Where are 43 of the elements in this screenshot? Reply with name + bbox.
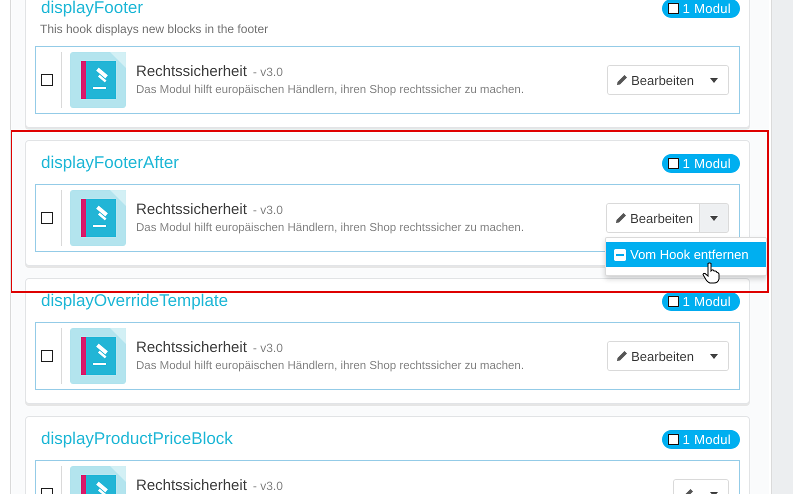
module-count-badge[interactable]: 1 Modul xyxy=(662,0,740,18)
checkbox[interactable] xyxy=(41,74,53,86)
module-version: - v3.0 xyxy=(252,480,283,492)
hook-title: displayFooter xyxy=(41,0,144,18)
module-count-badge[interactable]: 1 Modul xyxy=(662,154,740,172)
edit-button[interactable]: Bearbeiten xyxy=(607,341,700,371)
module-version: - v3.0 xyxy=(252,66,283,78)
hook-title: displayOverrideTemplate xyxy=(41,291,228,311)
hook-title: displayProductPriceBlock xyxy=(41,429,233,449)
dropdown-toggle[interactable] xyxy=(700,341,729,371)
minus-icon xyxy=(614,248,626,260)
checkbox[interactable] xyxy=(668,434,679,444)
checkbox[interactable] xyxy=(668,158,679,168)
gavel-book-icon xyxy=(70,190,126,246)
hook-description: This hook displays new blocks in the footer xyxy=(39,21,270,37)
checkbox[interactable] xyxy=(41,212,53,224)
module-description: Das Modul hilft europäischen Händlern, ihren Shop rechtssicher zu machen. xyxy=(136,222,526,234)
module-name: Rechtssicherheit xyxy=(136,202,247,217)
checkbox[interactable] xyxy=(668,2,679,14)
pencil-icon xyxy=(616,74,628,86)
gavel-book-icon xyxy=(70,328,126,384)
pencil-icon xyxy=(615,212,628,224)
module-name: Rechtssicherheit xyxy=(136,340,247,355)
caret-icon xyxy=(710,78,718,82)
dropdown-toggle[interactable] xyxy=(700,65,729,95)
checkbox[interactable] xyxy=(668,296,679,306)
module-name: Rechtssicherheit xyxy=(136,478,247,493)
hook-title: displayFooterAfter xyxy=(41,153,179,173)
dropdown-toggle[interactable] xyxy=(699,203,729,233)
pencil-icon xyxy=(616,350,628,362)
module-description: Das Modul hilft europäischen Händlern, ihren Shop rechtssicher zu machen. xyxy=(136,360,526,372)
module-count-badge[interactable]: 1 Modul xyxy=(662,430,740,448)
caret-icon xyxy=(710,216,718,220)
menu-item[interactable]: Vom Hook entfernen xyxy=(606,242,766,267)
module-name: Rechtssicherheit xyxy=(136,64,247,79)
module-version: - v3.0 xyxy=(252,342,283,354)
edit-button[interactable]: Bearbeiten xyxy=(606,203,699,233)
caret-icon xyxy=(710,354,718,358)
module-description: Das Modul hilft europäischen Händlern, ihren Shop rechtssicher zu machen. xyxy=(136,84,526,96)
module-version: - v3.0 xyxy=(252,204,283,216)
edit-button[interactable]: Bearbeiten xyxy=(607,65,700,95)
checkbox[interactable] xyxy=(41,350,53,362)
gavel-book-icon xyxy=(70,52,126,108)
